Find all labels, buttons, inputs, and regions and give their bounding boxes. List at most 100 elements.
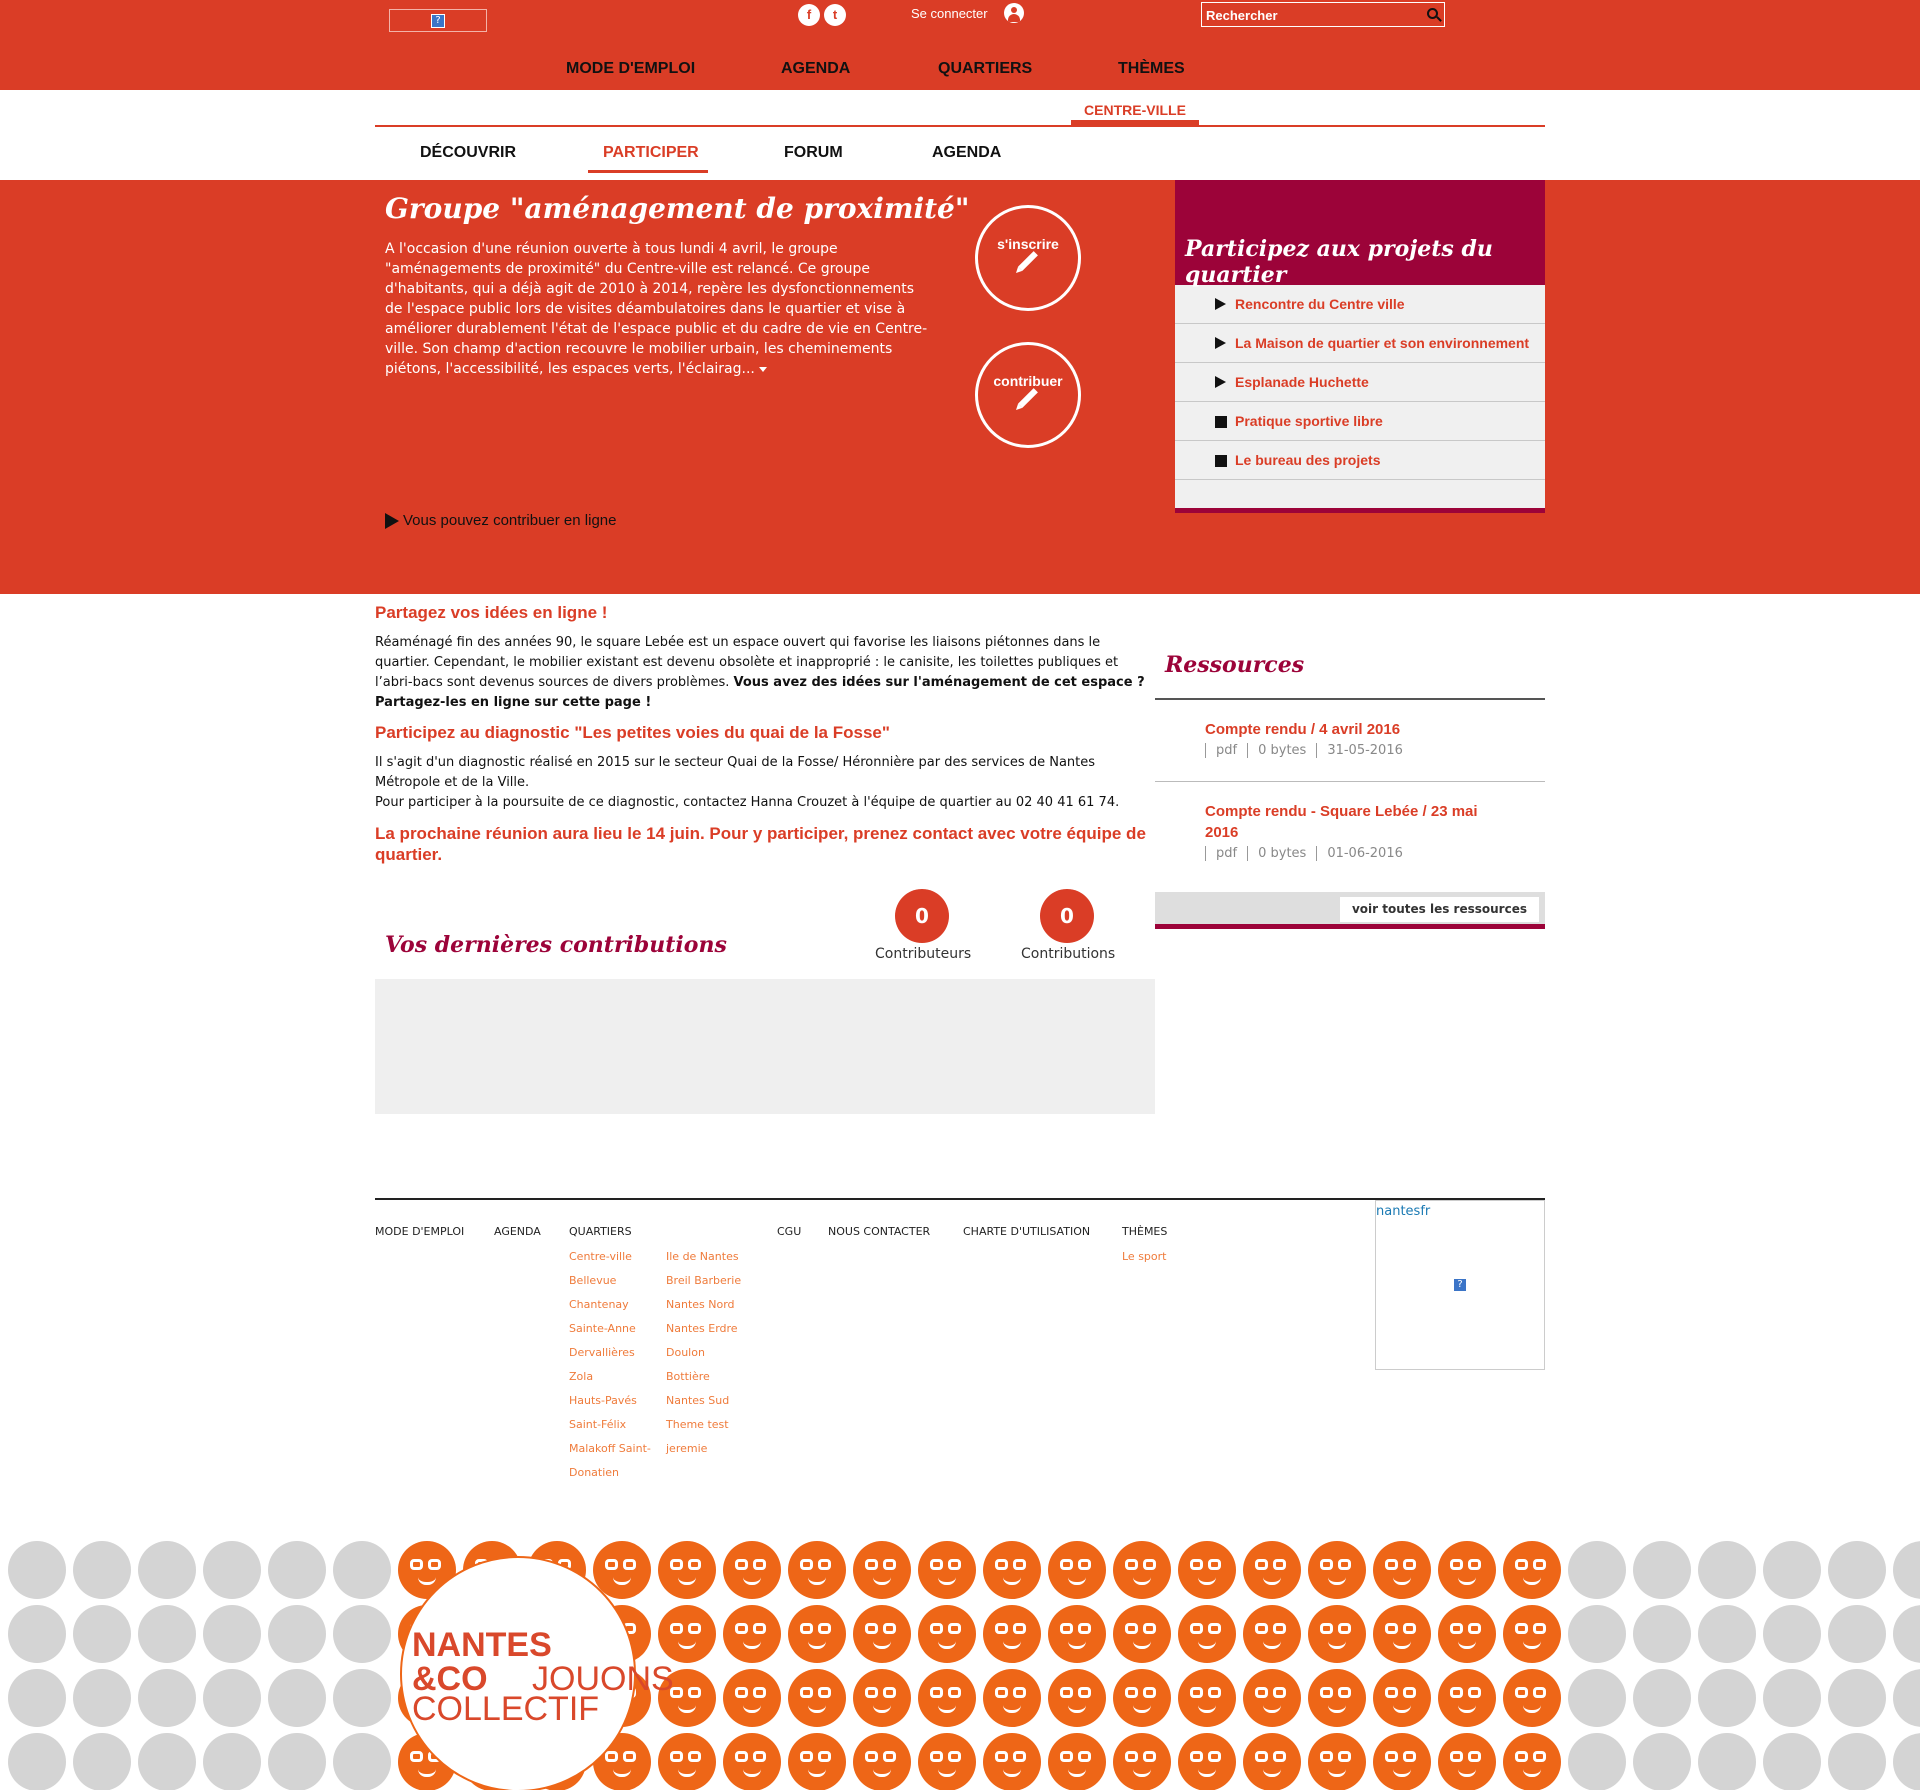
login-link[interactable]: Se connecter [911,6,988,21]
footer-link[interactable]: NOUS CONTACTER [828,1225,930,1238]
user-icon[interactable] [1004,3,1024,23]
tab-forum[interactable]: FORUM [784,144,843,162]
nantesfr-link[interactable]: nantesfr [1376,1204,1430,1219]
smiley-face-icon [73,1605,131,1663]
smiley-face-icon [1503,1605,1561,1663]
smiley-face-icon [1113,1733,1171,1790]
footer-link[interactable]: CHARTE D'UTILISATION [963,1225,1090,1238]
smiley-face-icon [1438,1541,1496,1599]
smiley-face-icon [1893,1541,1920,1599]
site-logo[interactable]: ? [389,9,487,32]
smiley-face-icon [8,1669,66,1727]
smiley-face-icon [658,1733,716,1790]
subscribe-button[interactable]: s'inscrire [975,205,1081,311]
section-text: Réaménagé fin des années 90, le square L… [375,635,1145,710]
quartier-link[interactable]: Nantes Erdre [666,1317,741,1341]
nav-themes[interactable]: THÈMES [1118,60,1185,78]
resource-link[interactable]: Compte rendu / 4 avril 2016 [1205,719,1495,740]
view-all-resources-button[interactable]: voir toutes les ressources [1339,897,1539,922]
smiley-face-icon [1113,1541,1171,1599]
smiley-face-icon [918,1605,976,1663]
smiley-face-icon [268,1541,326,1599]
contributors-count: 0 [895,889,949,943]
search-icon[interactable] [1427,8,1438,19]
tab-agenda[interactable]: AGENDA [932,144,1001,162]
footer-link[interactable]: MODE D'EMPLOI [375,1225,464,1238]
smiley-face-icon [1828,1605,1886,1663]
smiley-face-icon [1048,1541,1106,1599]
project-item[interactable]: Pratique sportive libre [1175,402,1545,441]
search-box[interactable] [1201,2,1445,27]
quartier-link[interactable]: Dervallières [569,1341,651,1365]
nav-agenda[interactable]: AGENDA [781,60,850,78]
quartier-link[interactable]: Donatien [569,1461,651,1485]
smiley-face-icon [658,1605,716,1663]
quartier-link[interactable]: jeremie [666,1437,741,1461]
quartier-link[interactable]: Theme test [666,1413,741,1437]
project-item[interactable]: Rencontre du Centre ville [1175,285,1545,324]
smiley-face-icon [983,1541,1041,1599]
smiley-face-icon [1048,1669,1106,1727]
smiley-face-icon [1633,1733,1691,1790]
quartier-link[interactable]: Centre-ville [569,1245,651,1269]
triangle-icon [1215,298,1226,310]
smiley-face-icon [1178,1733,1236,1790]
project-item[interactable]: La Maison de quartier et son environneme… [1175,324,1545,363]
smiley-face-icon [1828,1541,1886,1599]
smiley-face-icon [1438,1605,1496,1663]
divider [1155,698,1545,700]
quartier-link[interactable]: Hauts-Pavés [569,1389,651,1413]
project-item[interactable]: Esplanade Huchette [1175,363,1545,402]
triangle-icon [1215,337,1226,349]
quartier-link[interactable]: Saint-Félix [569,1413,651,1437]
smiley-face-icon [1763,1669,1821,1727]
resource-link[interactable]: Compte rendu - Square Lebée / 23 mai 201… [1205,801,1495,843]
smiley-face-icon [1568,1669,1626,1727]
footer-link[interactable]: QUARTIERS [569,1225,632,1238]
smiley-face-icon [723,1669,781,1727]
smiley-face-icon [983,1669,1041,1727]
smiley-face-icon [333,1669,391,1727]
theme-link[interactable]: Le sport [1122,1245,1166,1269]
twitter-icon[interactable]: t [824,4,846,26]
smiley-face-icon [333,1541,391,1599]
quartier-link[interactable]: Nantes Sud [666,1389,741,1413]
quartier-link[interactable]: Nantes Nord [666,1293,741,1317]
quartier-link[interactable]: Bellevue [569,1269,651,1293]
quartier-link[interactable]: Bottière [666,1365,741,1389]
quartier-link[interactable]: Doulon [666,1341,741,1365]
smiley-face-icon [203,1605,261,1663]
expand-caret-icon[interactable] [758,366,767,372]
district-tab[interactable]: CENTRE-VILLE [1071,96,1199,126]
quartier-link[interactable]: Zola [569,1365,651,1389]
smiley-face-icon [73,1669,131,1727]
quartier-link[interactable]: Ile de Nantes [666,1245,741,1269]
themes-list: Le sport [1122,1245,1166,1269]
smiley-face-icon [333,1605,391,1663]
search-input[interactable] [1206,6,1406,24]
quartier-link[interactable]: Sainte-Anne [569,1317,651,1341]
contribute-button[interactable]: contribuer [975,342,1081,448]
smiley-face-icon [983,1733,1041,1790]
facebook-icon[interactable]: f [798,4,820,26]
nav-quartiers[interactable]: QUARTIERS [938,60,1032,78]
smiley-face-icon [1113,1605,1171,1663]
project-item[interactable]: Le bureau des projets [1175,441,1545,480]
section-text: Il s'agit d'un diagnostic réalisé en 201… [375,755,1120,810]
quartier-link[interactable]: Breil Barberie [666,1269,741,1293]
footer-link[interactable]: AGENDA [494,1225,541,1238]
quartier-link[interactable]: Chantenay [569,1293,651,1317]
resource-meta: pdf 0 bytes 31-05-2016 [1205,743,1413,758]
smiley-face-icon [723,1605,781,1663]
contribute-online-link[interactable]: Vous pouvez contribuer en ligne [385,512,616,530]
smiley-face-icon [1503,1669,1561,1727]
tab-decouvrir[interactable]: DÉCOUVRIR [420,144,516,162]
smiley-face-icon [8,1541,66,1599]
tab-participer[interactable]: PARTICIPER [603,144,699,162]
nav-mode-emploi[interactable]: MODE D'EMPLOI [566,60,695,78]
footer-link[interactable]: THÈMES [1122,1225,1167,1238]
quartier-link[interactable]: Malakoff Saint- [569,1437,651,1461]
footer-link[interactable]: CGU [777,1225,801,1238]
smiley-face-icon [853,1669,911,1727]
smiley-face-icon [1828,1669,1886,1727]
